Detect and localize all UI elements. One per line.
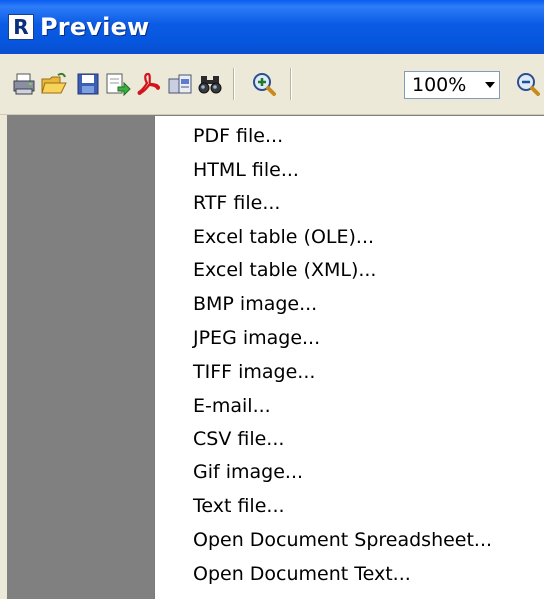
export-button[interactable] — [104, 70, 132, 98]
app-logo-icon: R — [8, 14, 34, 40]
zoom-out-button[interactable] — [514, 70, 542, 98]
save-button[interactable] — [74, 70, 102, 98]
open-folder-icon — [41, 72, 67, 94]
toolbar: 100% — [0, 54, 544, 115]
export-icon — [106, 73, 131, 97]
menu-item-email[interactable]: E-mail... — [193, 390, 533, 422]
preview-window: R Preview 100% PDF file... HTML file... … — [0, 0, 544, 599]
find-binoculars-icon — [198, 76, 222, 94]
pdf-button[interactable] — [134, 70, 162, 98]
menu-item-excel-ole[interactable]: Excel table (OLE)... — [193, 221, 533, 253]
menu-item-html[interactable]: HTML file... — [193, 154, 533, 186]
window-left-border — [0, 115, 7, 599]
export-menu: PDF file... HTML file... RTF file... Exc… — [154, 116, 544, 599]
zoom-level-select[interactable]: 100% — [404, 71, 500, 99]
menu-item-gif[interactable]: Gif image... — [193, 456, 533, 488]
window-title: Preview — [40, 13, 150, 41]
find-button[interactable] — [196, 70, 224, 98]
title-bar[interactable]: R Preview — [0, 0, 544, 54]
zoom-out-icon — [517, 73, 540, 96]
app-logo-letter: R — [13, 15, 29, 39]
menu-item-ods[interactable]: Open Document Spreadsheet... — [193, 524, 533, 556]
menu-item-pdf[interactable]: PDF file... — [193, 120, 533, 152]
zoom-level-value: 100% — [412, 74, 467, 96]
pdf-icon — [137, 72, 160, 95]
send-email-button[interactable] — [166, 70, 194, 98]
menu-item-bmp[interactable]: BMP image... — [193, 288, 533, 320]
menu-item-jpeg[interactable]: JPEG image... — [193, 322, 533, 354]
print-icon — [13, 73, 35, 95]
save-icon — [77, 73, 99, 95]
chevron-down-icon[interactable] — [481, 72, 499, 98]
toolbar-separator — [290, 68, 292, 100]
menu-item-text[interactable]: Text file... — [193, 490, 533, 522]
send-email-icon — [168, 74, 192, 94]
menu-item-rtf[interactable]: RTF file... — [193, 187, 533, 219]
open-button[interactable] — [40, 70, 68, 98]
zoom-in-icon — [253, 73, 276, 96]
menu-item-odt[interactable]: Open Document Text... — [193, 558, 533, 590]
menu-item-excel-xml[interactable]: Excel table (XML)... — [193, 254, 533, 286]
toolbar-separator — [233, 68, 235, 100]
zoom-in-button[interactable] — [250, 70, 278, 98]
menu-item-tiff[interactable]: TIFF image... — [193, 356, 533, 388]
menu-item-csv[interactable]: CSV file... — [193, 423, 533, 455]
print-button[interactable] — [10, 70, 38, 98]
